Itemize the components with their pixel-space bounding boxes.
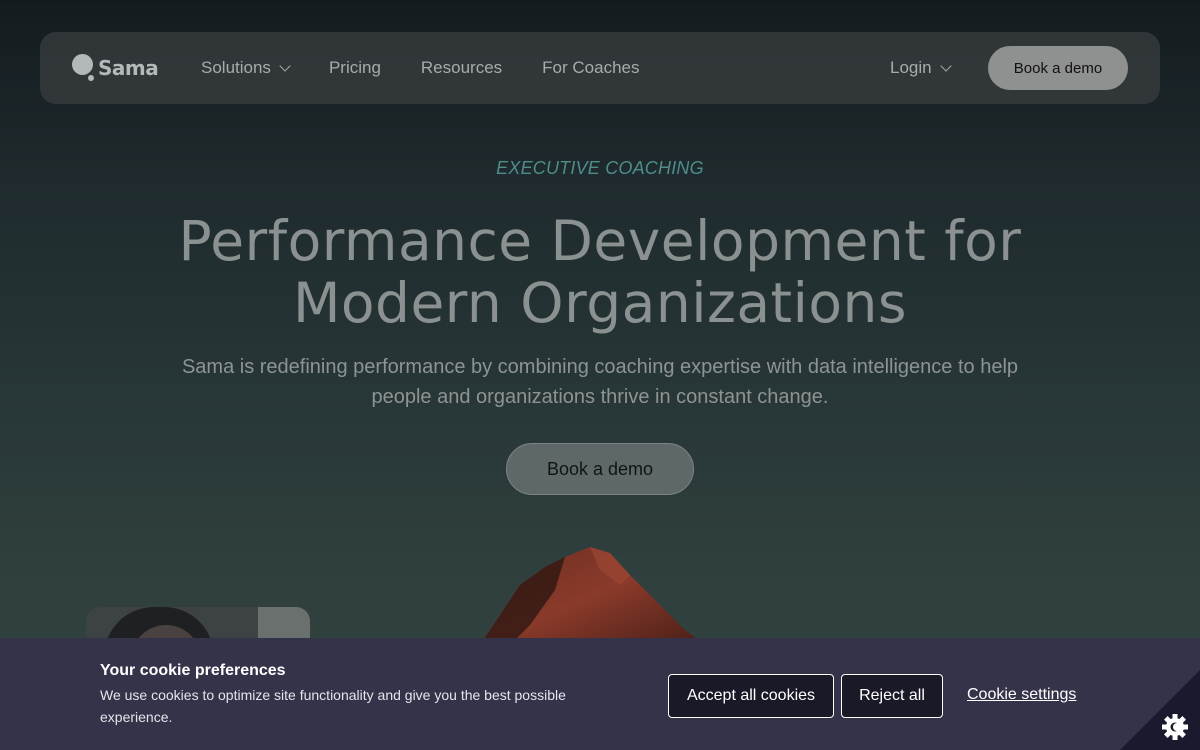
nav-links: Solutions Pricing Resources For Coaches bbox=[201, 32, 680, 104]
chevron-down-icon bbox=[939, 59, 952, 72]
nav-link-pricing[interactable]: Pricing bbox=[329, 58, 381, 78]
cookie-settings-link[interactable]: Cookie settings bbox=[967, 686, 1076, 704]
nav-link-solutions[interactable]: Solutions bbox=[201, 58, 291, 78]
logo[interactable]: Sama bbox=[72, 54, 159, 82]
cookie-banner: Your cookie preferences We use cookies t… bbox=[0, 638, 1200, 750]
nav-link-for-coaches[interactable]: For Coaches bbox=[542, 58, 639, 78]
login-dropdown[interactable]: Login bbox=[890, 32, 952, 104]
cookie-description: We use cookies to optimize site function… bbox=[100, 687, 566, 725]
nav-link-label: Solutions bbox=[201, 58, 271, 77]
hero-eyebrow: EXECUTIVE COACHING bbox=[496, 158, 704, 178]
hero-book-demo-button[interactable]: Book a demo bbox=[506, 443, 694, 495]
hero-headline-line-1: Performance Development for bbox=[178, 209, 1022, 273]
top-navigation: Sama Solutions Pricing Resources For Coa… bbox=[40, 32, 1160, 104]
nav-link-resources[interactable]: Resources bbox=[421, 58, 502, 78]
hero-subhead-line-1: Sama is redefining performance by combin… bbox=[181, 356, 1019, 378]
login-label: Login bbox=[890, 58, 932, 77]
cookie-title: Your cookie preferences bbox=[100, 662, 286, 679]
mountain-peak-image bbox=[480, 547, 705, 645]
nav-book-demo-button[interactable]: Book a demo bbox=[988, 46, 1128, 90]
logo-text: Sama bbox=[98, 56, 159, 80]
nav-link-label: For Coaches bbox=[542, 58, 640, 77]
hero-subhead: Sama is redefining performance by combin… bbox=[150, 352, 1050, 412]
nav-link-label: Pricing bbox=[328, 58, 381, 77]
accept-all-cookies-button[interactable]: Accept all cookies bbox=[668, 674, 834, 718]
hero-subhead-line-2: people and organizations thrive in const… bbox=[371, 386, 829, 408]
hero-headline-line-2: Modern Organizations bbox=[292, 271, 908, 335]
hero-headline: Performance Development for Modern Organ… bbox=[100, 210, 1100, 334]
cookie-gear-icon[interactable] bbox=[1120, 670, 1200, 750]
chevron-down-icon bbox=[279, 59, 291, 72]
speech-bubble-logo-icon bbox=[72, 54, 94, 82]
reject-all-cookies-button[interactable]: Reject all bbox=[841, 674, 943, 718]
nav-link-label: Resources bbox=[420, 58, 503, 77]
